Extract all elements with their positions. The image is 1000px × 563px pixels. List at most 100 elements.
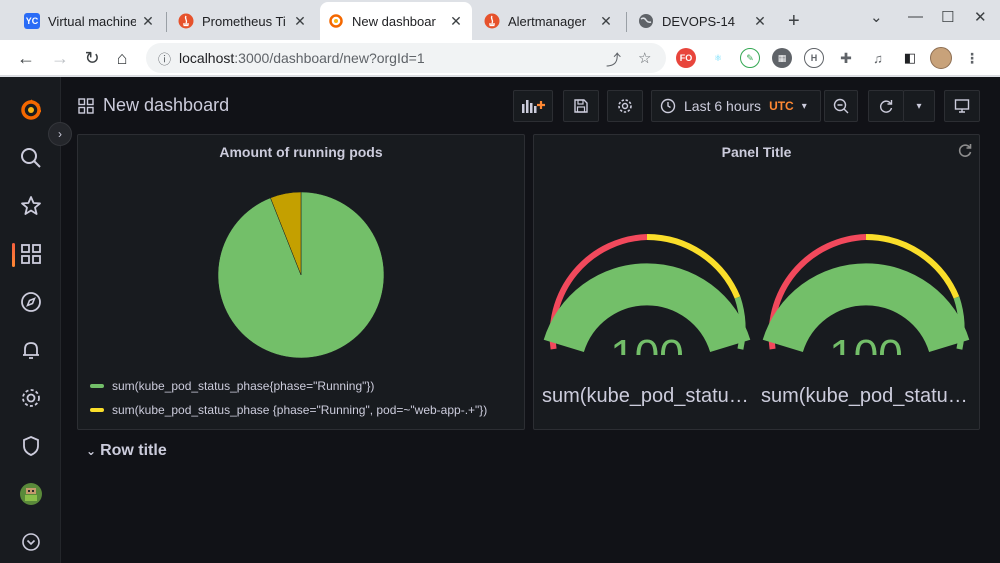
refresh-interval-dropdown[interactable]: ▾ bbox=[903, 90, 935, 122]
gauge: 100 bbox=[543, 234, 751, 355]
refresh-button[interactable] bbox=[868, 90, 904, 122]
refresh-icon bbox=[957, 142, 973, 163]
url-host: localhost bbox=[179, 50, 235, 66]
dashboard-row[interactable]: ⌄ Row title bbox=[86, 442, 167, 460]
close-window-button[interactable]: ✕ bbox=[974, 8, 987, 26]
starred-icon[interactable] bbox=[18, 193, 44, 219]
site-info-icon[interactable]: ⓘ bbox=[158, 49, 171, 68]
user-avatar[interactable] bbox=[18, 481, 44, 507]
forward-button[interactable]: → bbox=[48, 46, 72, 70]
tab-strip: YC Virtual machine ✕ Prometheus Ti ✕ New… bbox=[0, 0, 1000, 40]
extension-grey-icon[interactable]: ▦ bbox=[772, 48, 792, 68]
tab-new-dashboard[interactable]: New dashboar ✕ bbox=[320, 2, 472, 40]
pie-chart-panel[interactable]: Amount of running pods sum(kube_pod_stat… bbox=[77, 134, 525, 430]
url-path: :3000/dashboard/new?orgId=1 bbox=[234, 50, 425, 66]
search-icon[interactable] bbox=[18, 145, 44, 171]
close-icon[interactable]: ✕ bbox=[752, 13, 768, 30]
legend-label: sum(kube_pod_status_phase {phase="Runnin… bbox=[112, 403, 488, 417]
time-range-label: Last 6 hours bbox=[684, 98, 762, 114]
timezone-label: UTC bbox=[769, 99, 794, 113]
panel-title[interactable]: Panel Title bbox=[534, 144, 979, 160]
new-tab-button[interactable]: + bbox=[788, 10, 800, 33]
side-panel-icon[interactable]: ◧ bbox=[900, 48, 920, 68]
legend-swatch bbox=[90, 408, 104, 412]
globe-icon bbox=[638, 13, 654, 29]
bookmark-star-icon[interactable]: ☆ bbox=[638, 49, 651, 67]
yandex-cloud-icon: YC bbox=[24, 13, 40, 29]
tab-alertmanager[interactable]: Alertmanager ✕ bbox=[476, 4, 622, 38]
refresh-icon bbox=[880, 100, 893, 113]
pie-chart bbox=[217, 191, 385, 359]
row-title: Row title bbox=[100, 442, 167, 459]
legend-swatch bbox=[90, 384, 104, 388]
add-panel-button[interactable] bbox=[513, 90, 553, 122]
gear-icon bbox=[618, 99, 632, 113]
active-indicator bbox=[12, 243, 15, 267]
tab-title: Alertmanager bbox=[508, 13, 587, 29]
legend-item[interactable]: sum(kube_pod_status_phase{phase="Running… bbox=[90, 379, 374, 393]
server-admin-shield-icon[interactable] bbox=[18, 433, 44, 459]
configuration-gear-icon[interactable] bbox=[18, 385, 44, 411]
browser-menu-icon[interactable]: ⋮ bbox=[962, 48, 982, 68]
gauge-panel[interactable]: Panel Title 100 sum(kube_pod_status_phas… bbox=[533, 134, 980, 430]
panel-title[interactable]: Amount of running pods bbox=[78, 144, 524, 160]
legend-item[interactable]: sum(kube_pod_status_phase {phase="Runnin… bbox=[90, 403, 487, 417]
extension-fo-icon[interactable]: FO bbox=[676, 48, 696, 68]
tv-mode-button[interactable] bbox=[944, 90, 980, 122]
explore-compass-icon[interactable] bbox=[18, 289, 44, 315]
add-panel-icon bbox=[522, 100, 545, 113]
home-icon[interactable]: ⌂ bbox=[110, 46, 134, 70]
expand-menu-button[interactable]: › bbox=[48, 122, 72, 146]
tab-prometheus[interactable]: Prometheus Ti ✕ bbox=[170, 4, 316, 38]
dashboard-title[interactable]: New dashboard bbox=[103, 95, 229, 116]
grafana-logo-icon[interactable] bbox=[18, 97, 44, 123]
dashboard-settings-button[interactable] bbox=[607, 90, 643, 122]
grafana-app: › New dashboard Last 6 hours UTC ▾ ▾ Amo… bbox=[0, 77, 1000, 563]
tab-title: DEVOPS-14 bbox=[662, 13, 735, 29]
chevron-down-icon: ▾ bbox=[801, 100, 807, 112]
extensions-puzzle-icon[interactable]: ✚ bbox=[836, 48, 856, 68]
monitor-icon bbox=[954, 99, 970, 113]
profile-avatar[interactable] bbox=[930, 47, 952, 69]
media-control-icon[interactable]: ♫ bbox=[868, 48, 888, 68]
tab-search-icon[interactable]: ⌄ bbox=[870, 8, 883, 26]
close-icon[interactable]: ✕ bbox=[140, 13, 156, 30]
alerting-bell-icon[interactable] bbox=[18, 337, 44, 363]
side-menu bbox=[0, 77, 61, 563]
save-dashboard-button[interactable] bbox=[563, 90, 599, 122]
clock-icon bbox=[660, 98, 676, 114]
close-icon[interactable]: ✕ bbox=[292, 13, 308, 30]
grafana-icon bbox=[328, 13, 344, 29]
share-icon[interactable]: ⤴ bbox=[606, 49, 621, 70]
gauge: 100 bbox=[762, 234, 970, 355]
address-bar[interactable]: ⓘ localhost:3000/dashboard/new?orgId=1 bbox=[146, 43, 666, 73]
prometheus-icon bbox=[178, 13, 194, 29]
close-icon[interactable]: ✕ bbox=[598, 13, 614, 30]
tab-devops-14[interactable]: DEVOPS-14 ✕ bbox=[630, 4, 776, 38]
tab-title: New dashboar bbox=[352, 13, 436, 29]
chevron-down-icon: ⌄ bbox=[86, 444, 97, 458]
help-icon[interactable] bbox=[18, 529, 44, 555]
dashboards-icon[interactable] bbox=[18, 241, 44, 267]
extension-green-icon[interactable]: ✎ bbox=[740, 48, 760, 68]
extension-h-icon[interactable]: H bbox=[804, 48, 824, 68]
gauge-label: sum(kube_pod_status_phase{phase="Running… bbox=[761, 385, 971, 407]
tab-title: Virtual machine bbox=[48, 13, 136, 29]
dashboard-grid-icon bbox=[78, 98, 94, 119]
react-devtools-icon[interactable]: ⚛ bbox=[708, 48, 728, 68]
browser-window: YC Virtual machine ✕ Prometheus Ti ✕ New… bbox=[0, 0, 1000, 563]
maximize-button[interactable]: ☐ bbox=[941, 8, 954, 26]
reload-button[interactable]: ↻ bbox=[80, 46, 104, 70]
minimize-button[interactable]: — bbox=[908, 8, 923, 25]
save-icon bbox=[574, 99, 588, 113]
time-range-picker[interactable]: Last 6 hours UTC ▾ bbox=[651, 90, 821, 122]
tab-separator bbox=[626, 12, 627, 32]
chevron-down-icon: ▾ bbox=[916, 100, 922, 112]
zoom-out-button[interactable] bbox=[824, 90, 858, 122]
back-button[interactable]: ← bbox=[14, 46, 38, 70]
close-icon[interactable]: ✕ bbox=[448, 13, 464, 30]
tab-title: Prometheus Ti bbox=[202, 13, 286, 29]
tab-virtual-machine[interactable]: YC Virtual machine ✕ bbox=[16, 4, 164, 38]
browser-toolbar: ← → ↻ ⌂ ⓘ localhost:3000/dashboard/new?o… bbox=[0, 40, 1000, 76]
gauge-value: 100 bbox=[829, 331, 902, 355]
